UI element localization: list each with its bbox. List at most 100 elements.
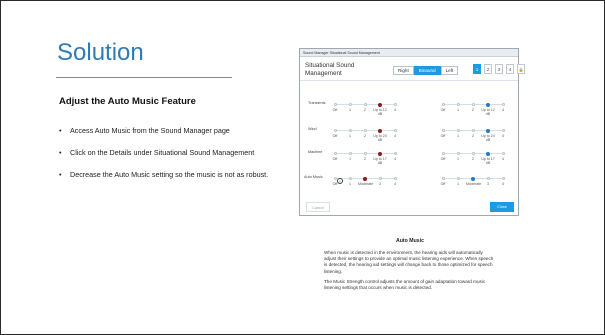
slide-title: Solution: [57, 39, 144, 66]
slider-stop-label: Off: [440, 182, 446, 186]
slider-stop[interactable]: [501, 152, 505, 155]
info-icon[interactable]: i: [337, 178, 343, 184]
slider-stop[interactable]: [456, 103, 460, 106]
slider-stop[interactable]: [501, 103, 505, 106]
slider-stop-label: Off: [440, 134, 446, 138]
slider-stop[interactable]: [348, 103, 352, 106]
slider-stop-label: 4: [502, 182, 504, 186]
slider-stop-label: Moderate: [466, 182, 482, 186]
bullet-text: Click on the Details under Situational S…: [70, 148, 255, 157]
slider-stop-label: Off: [332, 157, 338, 161]
slider-stop[interactable]: [471, 152, 475, 155]
slider-stop-label: 4: [502, 134, 504, 138]
slider-stop-label: 1: [349, 134, 351, 138]
slider-stop-label: 2: [364, 108, 366, 112]
slider-stop[interactable]: [333, 103, 337, 106]
slider-stop-label: 1: [349, 157, 351, 161]
slider-stop[interactable]: [348, 177, 352, 180]
slider-stop[interactable]: [363, 152, 367, 155]
slider-stop[interactable]: [456, 129, 460, 132]
slider-stop-label: Up to 17 dB: [481, 157, 495, 166]
slider-stop-label: Up to 24 dB: [481, 134, 495, 143]
slider-stop[interactable]: [333, 152, 337, 155]
lock-icon[interactable]: 🔒: [517, 64, 525, 74]
bullet-text: Decrease the Auto Music setting so the m…: [70, 170, 269, 179]
slider-stop[interactable]: [393, 152, 397, 155]
slider-stop[interactable]: [348, 129, 352, 132]
slider-stop[interactable]: [363, 103, 367, 106]
caption-title: Auto Music: [396, 238, 424, 244]
slider-knob[interactable]: [378, 151, 382, 156]
slider-stop[interactable]: [501, 177, 505, 180]
program-2-button[interactable]: 2: [484, 64, 492, 74]
bullet-item: • Click on the Details under Situational …: [59, 148, 274, 158]
slider-stop-label: 4: [502, 108, 504, 112]
slider-stop-label: 2: [472, 134, 474, 138]
slider-stop-label: 1: [457, 134, 459, 138]
slider-stop[interactable]: [441, 177, 445, 180]
slider-stop-label: Off: [440, 108, 446, 112]
slider-stop-label: 3: [487, 182, 489, 186]
slider-stop[interactable]: [363, 129, 367, 132]
title-divider: [56, 77, 232, 78]
slider-stop-label: 4: [394, 134, 396, 138]
slider-stop[interactable]: [393, 129, 397, 132]
slider-stop[interactable]: [393, 103, 397, 106]
program-selector: 1 2 3 4 🔒: [473, 64, 525, 74]
slider-knob[interactable]: [363, 176, 367, 181]
cancel-button[interactable]: Cancel: [306, 202, 330, 212]
slider-stop-label: Off: [440, 157, 446, 161]
bullet-item: • Decrease the Auto Music setting so the …: [59, 170, 274, 180]
ear-right-button[interactable]: Right: [393, 66, 414, 75]
slider-row-label: Machine: [308, 150, 323, 154]
close-button[interactable]: Close: [490, 202, 514, 212]
ear-left-button[interactable]: Left: [440, 66, 459, 75]
slider-stop[interactable]: [378, 177, 382, 180]
slider-knob[interactable]: [378, 102, 382, 107]
slider-stop-label: 2: [364, 157, 366, 161]
slider-stop-label: 1: [349, 108, 351, 112]
slider-stop[interactable]: [456, 177, 460, 180]
slider-stop-label: Up to 24 dB: [373, 134, 387, 143]
slider-stop[interactable]: [471, 103, 475, 106]
slider-stop-label: 4: [394, 182, 396, 186]
program-3-button[interactable]: 3: [495, 64, 503, 74]
slider-knob[interactable]: [486, 128, 490, 133]
slider-stop-label: Off: [332, 134, 338, 138]
slider-stop[interactable]: [441, 152, 445, 155]
slider-stop-label: Up to 12 dB: [373, 108, 387, 117]
slider-stop[interactable]: [441, 103, 445, 106]
ear-binaural-button[interactable]: Binaural: [413, 66, 441, 75]
slider-stop[interactable]: [486, 177, 490, 180]
ear-selector: Right Binaural Left: [393, 66, 459, 75]
slide-subheading: Adjust the Auto Music Feature: [59, 96, 196, 107]
bullet-list: • Access Auto Music from the Sound Manage…: [59, 126, 274, 192]
slider-stop-label: Off: [332, 108, 338, 112]
slider-knob[interactable]: [486, 102, 490, 107]
slider-row-label: Wind: [308, 127, 317, 131]
slider-knob[interactable]: [378, 128, 382, 133]
slider-stop-label: 1: [457, 108, 459, 112]
slider-stop[interactable]: [348, 152, 352, 155]
bullet-item: • Access Auto Music from the Sound Manage…: [59, 126, 274, 136]
slider-stop[interactable]: [456, 152, 460, 155]
slider-stop[interactable]: [393, 177, 397, 180]
program-1-button[interactable]: 1: [473, 64, 481, 74]
slider-stop-label: Up to 12 dB: [481, 108, 495, 117]
slider-stop[interactable]: [441, 129, 445, 132]
bullet-glyph: •: [59, 148, 62, 157]
slider-stop[interactable]: [333, 129, 337, 132]
slider-stop-label: 1: [457, 182, 459, 186]
slider-stop-label: 3: [379, 182, 381, 186]
bullet-text: Access Auto Music from the Sound Manager…: [70, 126, 230, 135]
bullet-glyph: •: [59, 126, 62, 135]
slider-row-label: Auto Music: [304, 175, 323, 179]
slider-stop-label: 2: [472, 108, 474, 112]
slide: Solution Adjust the Auto Music Feature •…: [0, 0, 605, 335]
slider-stop[interactable]: [501, 129, 505, 132]
program-4-button[interactable]: 4: [506, 64, 514, 74]
slider-stop[interactable]: [471, 129, 475, 132]
caption: Auto Music When music is detected in the…: [324, 238, 496, 295]
slider-knob[interactable]: [486, 151, 490, 156]
slider-knob[interactable]: [471, 176, 475, 181]
